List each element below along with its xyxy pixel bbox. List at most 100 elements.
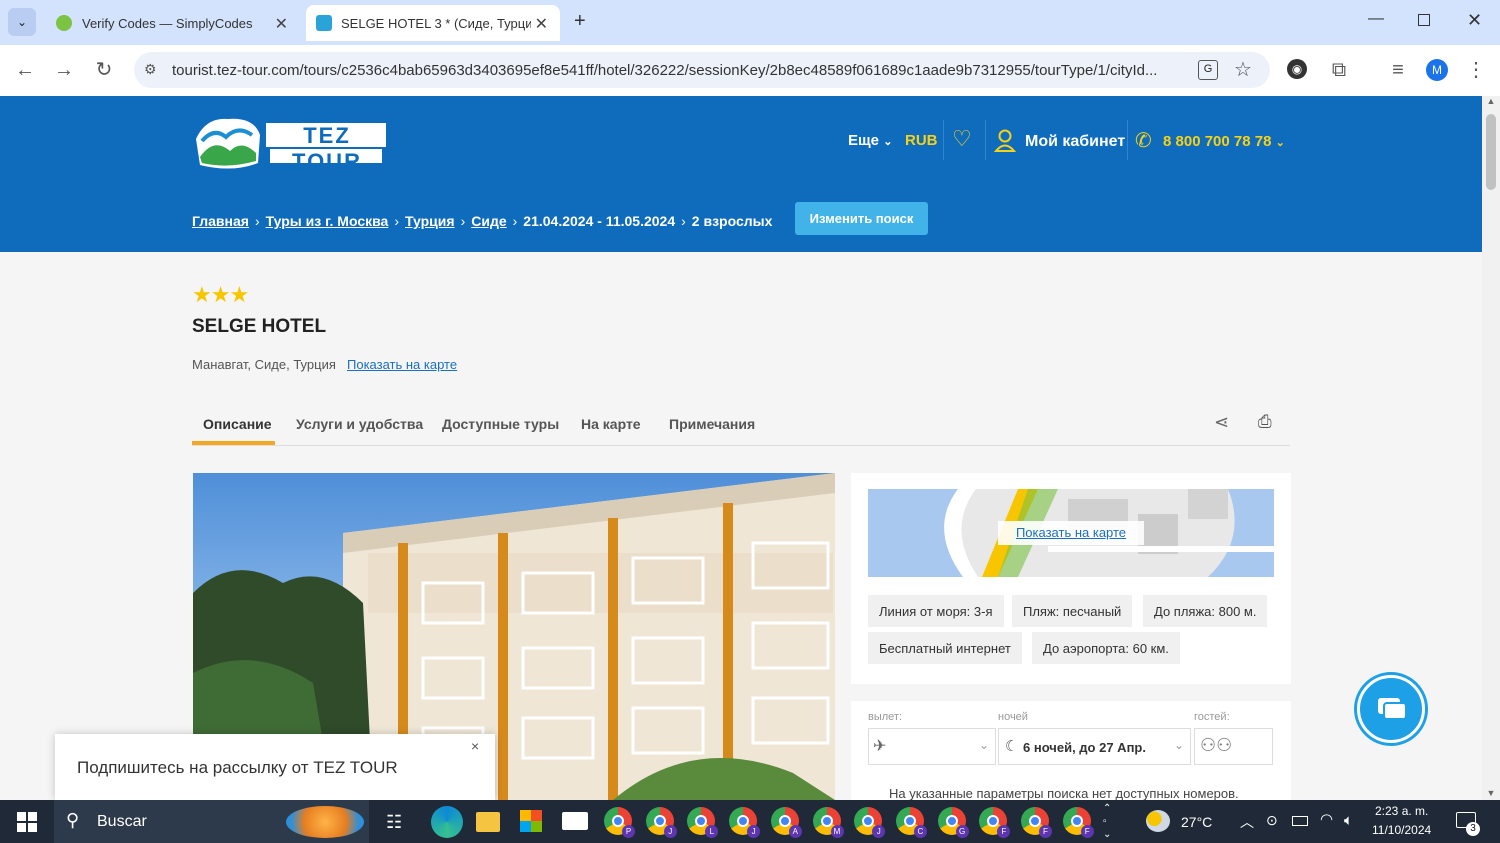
clock-time[interactable]: 2:23 a. m.: [1375, 804, 1428, 818]
user-icon-graphic: [993, 129, 1017, 152]
chrome-profile-letter: C: [913, 825, 927, 838]
volume-icon[interactable]: 🔈︎: [1344, 812, 1353, 829]
tab-available-tours[interactable]: Доступные туры: [442, 416, 559, 432]
extension-icon-1[interactable]: ◉: [1287, 59, 1307, 79]
tab-map[interactable]: На карте: [581, 416, 641, 432]
guests-select[interactable]: ⚇⚇: [1194, 728, 1273, 765]
chrome-profile-icon[interactable]: F: [1021, 807, 1052, 838]
extensions-puzzle-icon[interactable]: ⧉: [1327, 58, 1351, 82]
wifi-icon[interactable]: ◠: [1320, 810, 1333, 828]
tab-list-button[interactable]: ⌄: [8, 8, 36, 36]
chrome-profile-icon[interactable]: M: [812, 807, 844, 838]
chrome-center: [612, 815, 624, 827]
file-explorer-icon[interactable]: [476, 812, 500, 832]
page-scrollbar[interactable]: ▲ ▼: [1482, 96, 1500, 800]
print-icon[interactable]: ⎙: [1258, 412, 1272, 432]
reload-icon[interactable]: ↻: [92, 58, 116, 82]
more-menu[interactable]: Еще ⌄: [848, 132, 892, 149]
tab-title: SELGE HOTEL 3 * (Сиде, Турция: [341, 15, 531, 31]
guests-label: гостей:: [1194, 711, 1230, 723]
minimize-icon[interactable]: —: [1368, 10, 1384, 28]
close-tab-icon[interactable]: ✕: [530, 14, 548, 34]
task-view-icon[interactable]: ☷: [386, 812, 402, 833]
close-icon[interactable]: ×: [471, 738, 479, 754]
chrome-profile-icon[interactable]: C: [895, 807, 927, 838]
breadcrumb-turkey[interactable]: Турция: [405, 213, 455, 229]
chrome-profile-icon[interactable]: J: [729, 807, 761, 838]
scroll-down-arrow-icon[interactable]: ▼: [1482, 788, 1500, 798]
chrome-profile-icon[interactable]: P: [604, 807, 635, 838]
chevron-down-icon: ⌄: [1275, 137, 1285, 149]
my-cabinet-link[interactable]: Мой кабинет: [1025, 133, 1125, 151]
feature-badge: Бесплатный интернет: [868, 632, 1022, 664]
no-rooms-message: На указанные параметры поиска нет доступ…: [889, 786, 1239, 800]
media-control-icon[interactable]: ≡: [1386, 58, 1410, 82]
browser-menu-icon[interactable]: ⋮: [1464, 58, 1488, 82]
chrome-profile-icon[interactable]: F: [1062, 807, 1094, 838]
taskbar-search[interactable]: ⚲ Buscar: [54, 800, 369, 843]
hotel-name: SELGE HOTEL: [192, 316, 327, 337]
restore-icon[interactable]: [1418, 14, 1430, 26]
show-on-map-link[interactable]: Показать на карте: [1016, 525, 1126, 540]
bookmark-star-icon[interactable]: ☆: [1234, 57, 1252, 82]
nights-select[interactable]: ☾ 6 ночей, до 27 Апр. ⌄: [998, 728, 1191, 765]
user-icon[interactable]: [993, 128, 1017, 152]
address-bar[interactable]: ⚙ tourist.tez-tour.com/tours/c2536c4bab6…: [134, 52, 1270, 88]
close-window-icon[interactable]: ✕: [1467, 10, 1482, 31]
tab-notes[interactable]: Примечания: [669, 416, 755, 432]
scroll-up-arrow-icon[interactable]: ▲: [1482, 96, 1500, 106]
chrome-profile-icon[interactable]: J: [854, 807, 886, 838]
chevron-down-icon: ⌄: [978, 738, 989, 752]
chrome-profile-icon[interactable]: G: [937, 807, 969, 838]
tab-description[interactable]: Описание: [203, 416, 272, 432]
store-icon[interactable]: [520, 810, 542, 832]
browser-tab-hotel[interactable]: SELGE HOTEL 3 * (Сиде, Турция ✕: [306, 5, 560, 41]
show-desktop[interactable]: ⌃ ▫ ⌄: [1103, 802, 1111, 841]
meet-now-icon[interactable]: ⊙: [1266, 812, 1278, 829]
chrome-center: [778, 815, 791, 827]
tab-services[interactable]: Услуги и удобства: [296, 416, 423, 432]
edge-icon[interactable]: [431, 806, 463, 838]
browser-tab-simplycodes[interactable]: Verify Codes — SimplyCodes ✕: [44, 5, 300, 41]
breadcrumb-home[interactable]: Главная: [192, 213, 249, 229]
scrollbar-thumb[interactable]: [1486, 114, 1496, 190]
url-text: tourist.tez-tour.com/tours/c2536c4bab659…: [172, 61, 1158, 79]
show-on-map-link[interactable]: Показать на карте: [347, 357, 457, 372]
phone-number-text: 8 800 700 78 78: [1163, 133, 1272, 150]
tray-chevron-up-icon[interactable]: ︿: [1240, 812, 1254, 832]
profile-avatar[interactable]: M: [1426, 59, 1448, 81]
site-info-icon[interactable]: ⚙: [144, 61, 157, 78]
clock-date[interactable]: 11/10/2024: [1372, 823, 1431, 837]
mail-icon[interactable]: [562, 812, 588, 830]
weather-icon[interactable]: [1146, 810, 1170, 832]
breadcrumb-dates: 21.04.2024 - 11.05.2024: [523, 213, 676, 229]
back-icon[interactable]: ←: [13, 58, 37, 82]
chrome-profile-icon[interactable]: L: [687, 807, 719, 838]
chat-button[interactable]: [1357, 675, 1425, 743]
new-tab-icon[interactable]: +: [574, 10, 586, 33]
windows-start-icon[interactable]: [17, 812, 37, 832]
currency-selector[interactable]: RUB: [905, 132, 938, 149]
tez-tour-logo[interactable]: TEZ TOUR: [192, 111, 388, 174]
close-tab-icon[interactable]: ✕: [275, 14, 288, 34]
favorites-heart-icon[interactable]: ♡: [952, 126, 972, 152]
chrome-profile-icon[interactable]: A: [770, 807, 802, 838]
mini-map[interactable]: Показать на карте: [868, 489, 1274, 577]
breadcrumb-moscow[interactable]: Туры из г. Москва: [266, 213, 389, 229]
share-icon[interactable]: ⋖: [1214, 412, 1229, 433]
phone-icon: ✆: [1135, 130, 1152, 152]
chrome-center: [862, 815, 875, 827]
change-search-button[interactable]: Изменить поиск: [795, 202, 928, 235]
breadcrumb-side[interactable]: Сиде: [471, 213, 506, 229]
battery-icon[interactable]: [1292, 816, 1308, 826]
phone-number[interactable]: 8 800 700 78 78 ⌄: [1163, 133, 1285, 150]
chrome-profile-icon[interactable]: J: [645, 807, 677, 838]
forward-icon[interactable]: →: [52, 58, 76, 82]
tab-title: Verify Codes — SimplyCodes: [82, 15, 253, 31]
chrome-center: [695, 815, 708, 827]
chrome-profile-icon[interactable]: F: [979, 807, 1011, 838]
departure-select[interactable]: ✈ ⌄: [868, 728, 996, 765]
weather-temp[interactable]: 27°C: [1181, 814, 1212, 830]
chat-bubble-icon: [1378, 698, 1407, 720]
translate-icon[interactable]: G: [1198, 60, 1218, 80]
